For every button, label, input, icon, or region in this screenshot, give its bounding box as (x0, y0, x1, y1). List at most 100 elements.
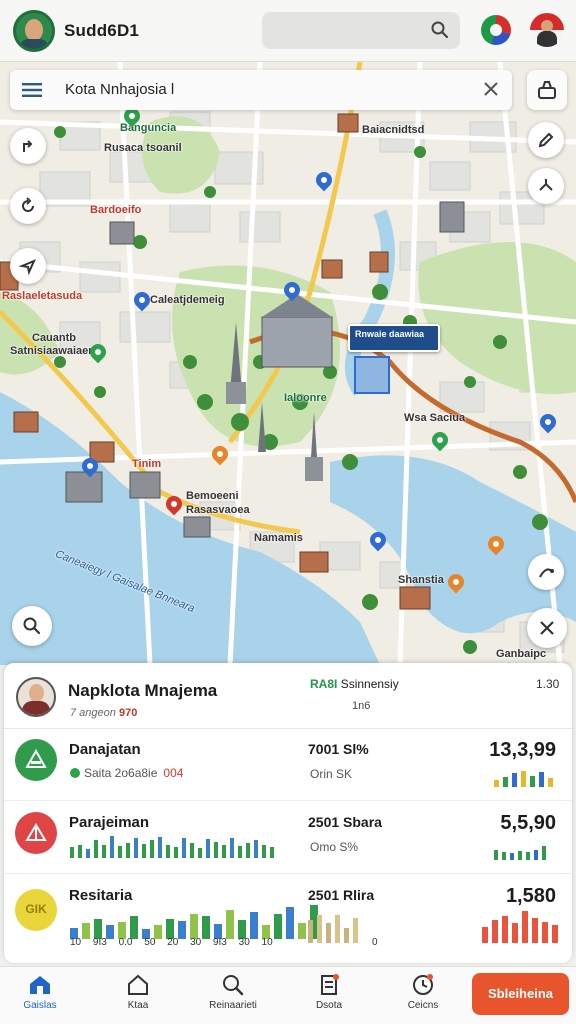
map-label[interactable]: Namamis (254, 532, 303, 544)
zoom-search-button[interactable] (12, 606, 52, 646)
directions-button[interactable] (10, 128, 46, 164)
chart-bar (254, 840, 258, 858)
close-icon[interactable] (482, 80, 500, 103)
rotate-button[interactable] (10, 188, 46, 224)
map-label[interactable]: Wsa Saciua (404, 412, 465, 424)
chart-bar (274, 914, 282, 939)
language-flag-icon[interactable] (481, 15, 511, 45)
map-view[interactable]: Banguncia Rusaca tsoanil Bardoeifo Rasla… (0, 62, 576, 665)
mini-bar-chart (70, 905, 318, 939)
map-label[interactable]: Cauantb (32, 332, 76, 344)
primary-action-button[interactable]: Sbleiheina (472, 973, 569, 1015)
chart-bar (492, 919, 498, 943)
chart-bar (246, 842, 250, 858)
chart-bar (226, 909, 234, 939)
mini-bar-chart (308, 915, 358, 943)
top-search-field[interactable] (262, 12, 460, 49)
chart-bar (262, 844, 266, 858)
map-label[interactable]: Baiacnidtsd (362, 124, 424, 136)
person-icon (70, 768, 80, 778)
nav-item-history[interactable]: Ceicns (388, 973, 458, 1011)
category-row[interactable]: Danajatan Saita 2o6a8ie 004 7001 Sl% Orin… (4, 729, 572, 801)
place-callout[interactable]: Rnwaie daawiaa (348, 324, 440, 352)
category-row[interactable]: Parajeiman 2501 Sbara Omo S% 5,5,90 (4, 802, 572, 874)
chart-bar (214, 841, 218, 858)
route-button[interactable] (528, 554, 564, 590)
pencil-icon (538, 132, 554, 148)
place-subtitle: 7 angeon 970 (70, 707, 138, 719)
chart-bar (534, 850, 538, 860)
location-search-bar[interactable]: Kota Nnhajosia l (10, 70, 512, 110)
chart-bar (158, 837, 162, 858)
share-icon (539, 179, 553, 191)
place-title: Napklota Mnajema (68, 681, 218, 700)
chart-bar (530, 775, 535, 787)
home-map-icon (30, 976, 50, 994)
map-label[interactable]: Shanstia (398, 574, 444, 586)
search-icon[interactable] (430, 20, 450, 45)
chart-bar (270, 847, 274, 858)
place-header[interactable]: Napklota Mnajema 7 angeon 970 RA8I Ssinn… (4, 663, 572, 729)
chart-bar (126, 842, 130, 858)
category-value: 5,5,90 (500, 812, 556, 834)
map-label[interactable]: Bemoeeni (186, 490, 239, 502)
app-title: Sudd6D1 (64, 21, 140, 40)
chart-bar (548, 777, 553, 787)
chart-bar (250, 911, 258, 939)
category-name: Parajeiman (69, 814, 150, 831)
map-label[interactable]: Satnisiaawaiaer (10, 345, 93, 357)
chart-bar (86, 849, 90, 858)
chart-bar (542, 921, 548, 943)
mountain-icon (25, 748, 47, 768)
chart-bar (190, 842, 194, 858)
chart-bar (317, 915, 322, 943)
chart-bar (222, 844, 226, 858)
place-details-sheet: Napklota Mnajema 7 angeon 970 RA8I Ssinn… (4, 663, 572, 963)
category-name: Resitaria (69, 887, 133, 904)
location-search-value[interactable]: Kota Nnhajosia l (65, 81, 174, 98)
category-value: 1,580 (505, 885, 556, 907)
share-button[interactable] (528, 168, 564, 204)
user-avatar[interactable] (530, 13, 564, 47)
search-icon (23, 617, 41, 635)
document-icon (321, 974, 339, 995)
map-label[interactable]: Ganbaipc (496, 648, 546, 660)
nav-item-explore[interactable]: Gaislas (5, 973, 75, 1011)
map-label[interactable]: Rasasvaoea (186, 504, 250, 516)
category-metric: 2501 Sbara (308, 814, 382, 830)
chart-bar (174, 847, 178, 858)
close-icon (540, 621, 554, 635)
category-row[interactable]: GIK Resitaria 2501 Rlira 1,580 10 9I3 0.… (4, 875, 572, 963)
chart-bar (510, 853, 514, 860)
menu-icon[interactable] (22, 83, 42, 102)
profile-avatar[interactable] (13, 10, 55, 52)
map-label[interactable]: Raslaeletasuda (2, 290, 82, 302)
chart-bar (70, 847, 74, 858)
map-label[interactable]: Caleatjdemeig (150, 294, 225, 306)
bottom-navigation: Gaislas Ktaa Reinaarieti Dsota Ceicns Sb… (0, 966, 576, 1024)
chart-bar (512, 773, 517, 787)
map-label[interactable]: Rusaca tsoanil (104, 142, 182, 154)
chart-bar (118, 845, 122, 858)
nav-item-search[interactable]: Reinaarieti (198, 973, 268, 1011)
layers-button[interactable] (527, 70, 567, 110)
chart-bar (238, 845, 242, 858)
map-label[interactable]: Bardoeifo (90, 204, 141, 216)
place-count: 1n6 (352, 700, 371, 712)
category-name: Danajatan (69, 741, 141, 758)
chart-bar (482, 927, 488, 943)
chart-bar (94, 840, 98, 858)
category-metric-secondary: Omo S% (310, 840, 359, 854)
chart-bar (206, 839, 210, 858)
chart-bar (518, 851, 522, 860)
close-map-button[interactable] (527, 608, 567, 648)
nav-item-home[interactable]: Ktaa (103, 973, 173, 1011)
chart-bar (166, 918, 174, 939)
map-label[interactable]: Ialoonre (284, 392, 327, 404)
chart-bar (552, 925, 558, 943)
edit-button[interactable] (528, 122, 564, 158)
map-label[interactable]: Tinim (132, 458, 161, 470)
category-metric: 7001 Sl% (308, 741, 369, 757)
compass-button[interactable] (10, 248, 46, 284)
nav-item-documents[interactable]: Dsota (294, 973, 364, 1011)
